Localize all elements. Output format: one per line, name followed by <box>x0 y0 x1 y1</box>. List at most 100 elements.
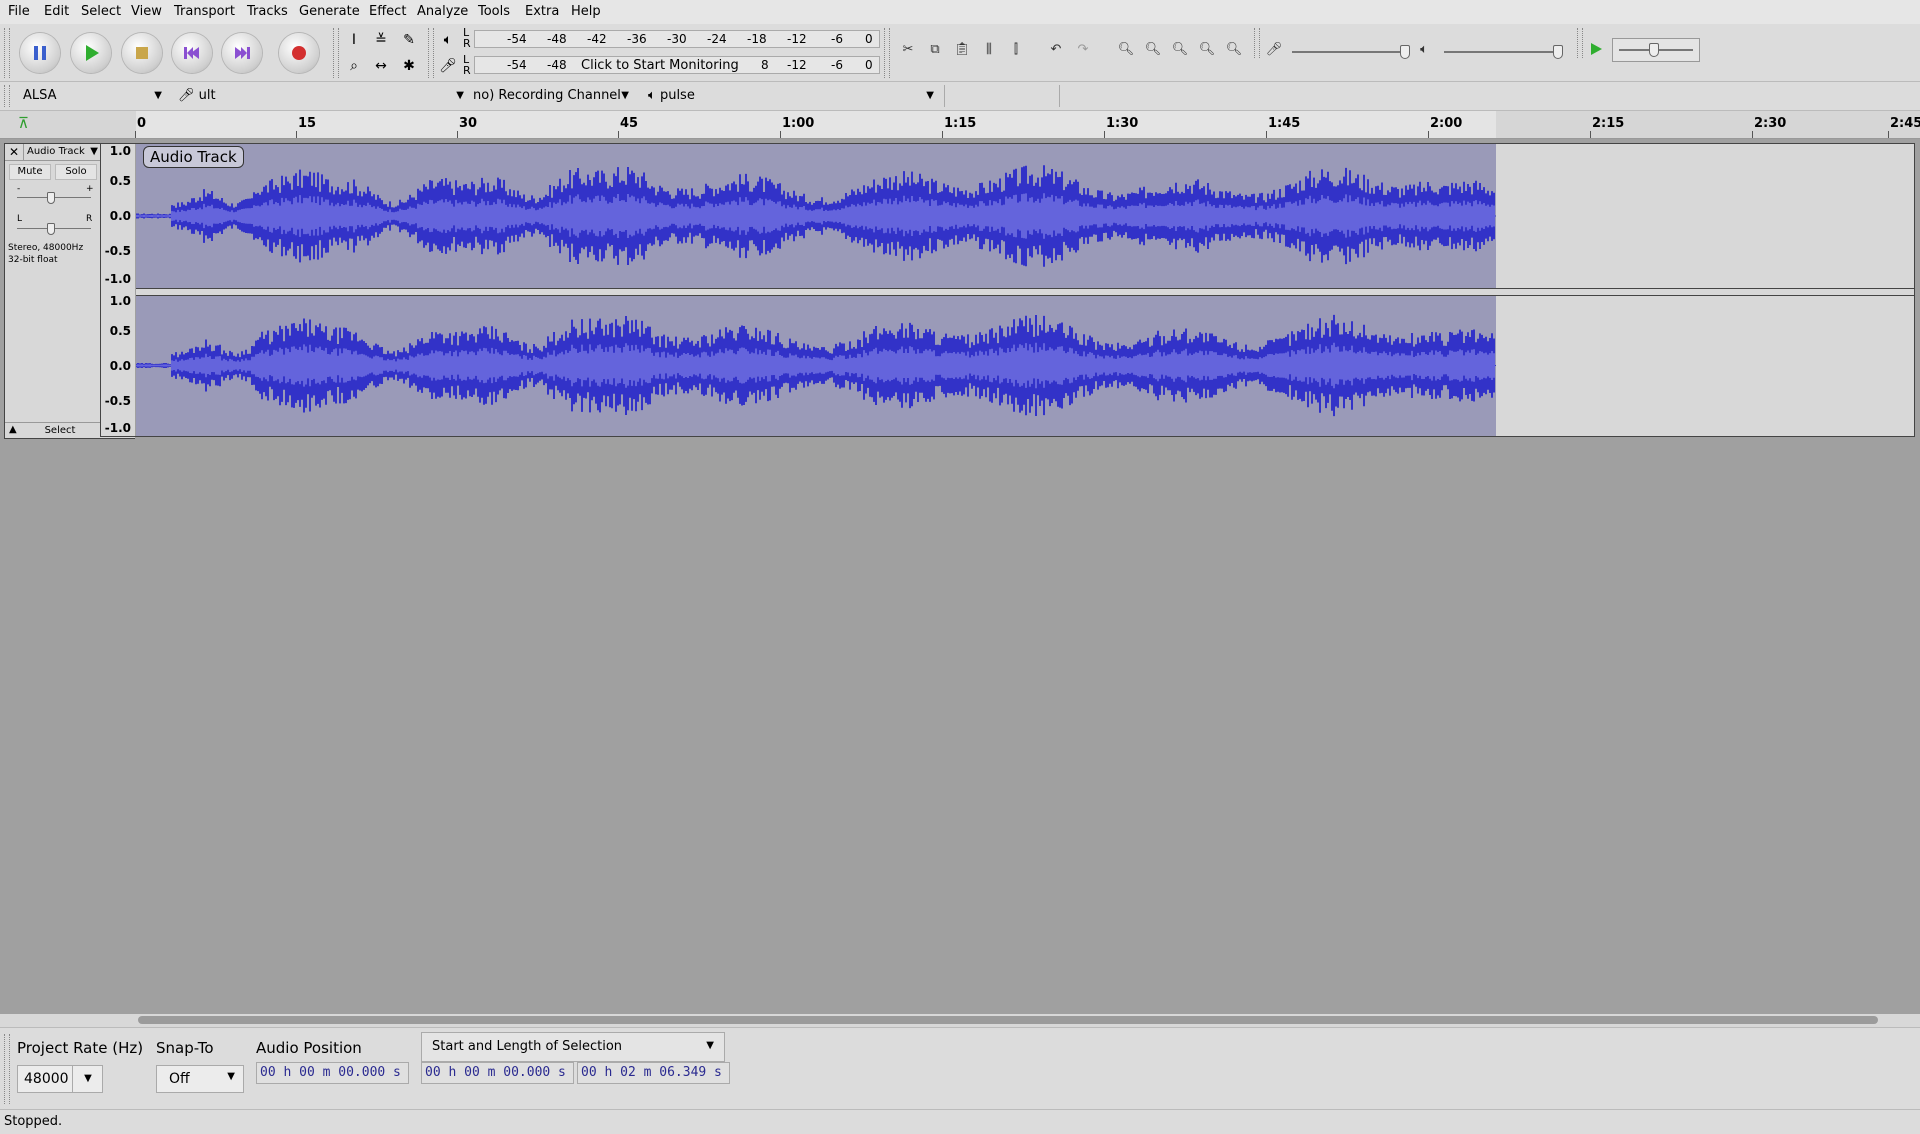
timeline-tick-label: 1:30 <box>1106 116 1139 131</box>
timeline-tick-label: 2:00 <box>1430 116 1463 131</box>
menu-effect[interactable]: Effect <box>369 4 406 19</box>
waveform-left-channel[interactable] <box>135 144 1496 288</box>
speaker-icon[interactable]: 🔈︎ <box>437 29 459 51</box>
time-shift-tool-icon[interactable]: ↔ <box>370 55 392 77</box>
draw-tool-icon[interactable]: ✎ <box>398 29 420 51</box>
recording-device-select[interactable]: 🎤︎ ult ▼ <box>178 85 468 107</box>
timeline-tick-mark <box>135 131 136 138</box>
toolbar-grip[interactable] <box>428 28 434 78</box>
selection-length-field[interactable]: 00 h 02 m 06.349 s <box>577 1062 730 1084</box>
playback-volume-slider[interactable] <box>1444 51 1562 53</box>
meter-tick: -48 <box>547 58 567 72</box>
meter-tick: -12 <box>787 58 807 72</box>
monitor-label[interactable]: Click to Start Monitoring <box>581 58 739 73</box>
ruler-label: 0.0 <box>109 359 131 373</box>
undo-icon[interactable]: ↶ <box>1044 38 1068 60</box>
toolbar-grip[interactable] <box>884 28 890 78</box>
zoom-out-icon[interactable]: 🔍︎ <box>1141 38 1165 60</box>
project-rate-combo[interactable]: 48000 ▼ <box>17 1065 103 1093</box>
menu-tracks[interactable]: Tracks <box>247 4 288 19</box>
menu-tools[interactable]: Tools <box>478 4 510 19</box>
timeline-tick-label: 0 <box>137 116 147 131</box>
mute-button[interactable]: Mute <box>9 164 51 180</box>
channel-separator <box>136 288 1914 296</box>
zoom-tool-icon[interactable]: ⌕ <box>343 55 365 77</box>
select-track-button[interactable]: Select <box>25 423 95 439</box>
microphone-icon[interactable]: 🎤︎ <box>437 55 459 77</box>
skip-to-start-button[interactable] <box>172 33 212 73</box>
menu-transport[interactable]: Transport <box>174 4 235 19</box>
playback-speed-slider[interactable] <box>1612 38 1700 62</box>
recording-meter[interactable]: -54 -48 -42 -36 -30 -24 -18 -12 -6 0 <box>474 30 880 48</box>
timeline-ruler[interactable]: ⊼ 0 15 30 45 1:00 1:15 1:30 1:45 2:00 2:15 2:30 2:4… <box>0 111 1920 139</box>
track-name-menu[interactable]: Audio Track ▼ <box>24 144 101 161</box>
cut-icon[interactable]: ✂ <box>896 38 920 60</box>
copy-icon[interactable]: ⧉ <box>923 38 947 60</box>
zoom-in-icon[interactable]: 🔍︎ <box>1114 38 1138 60</box>
snap-to-value: Off <box>169 1071 190 1087</box>
envelope-tool-icon[interactable]: ≚ <box>370 29 392 51</box>
solo-button[interactable]: Solo <box>55 164 97 180</box>
pause-button[interactable] <box>20 33 60 73</box>
close-track-icon[interactable]: ✕ <box>5 144 24 161</box>
menu-generate[interactable]: Generate <box>299 4 360 19</box>
play-button[interactable] <box>71 33 111 73</box>
trim-icon[interactable]: ⫼ <box>977 38 1001 60</box>
horizontal-scrollbar-thumb[interactable] <box>138 1016 1878 1024</box>
pin-icon[interactable]: ⊼ <box>18 114 29 132</box>
audio-position-field[interactable]: 00 h 00 m 00.000 s <box>256 1062 409 1084</box>
playback-volume-thumb[interactable] <box>1553 45 1563 59</box>
toolbar-grip[interactable] <box>333 28 339 78</box>
gain-slider-thumb[interactable] <box>47 192 55 204</box>
paste-icon[interactable]: 📋︎ <box>950 38 974 60</box>
multi-tool-icon[interactable]: ✱ <box>398 55 420 77</box>
timeline-tick-mark <box>942 131 943 138</box>
playback-speed-thumb[interactable] <box>1649 43 1659 57</box>
amplitude-ruler[interactable]: 1.0 0.5 0.0 -0.5 -1.0 1.0 0.5 0.0 -0.5 -… <box>101 143 135 439</box>
chevron-down-icon[interactable]: ▼ <box>72 1066 103 1092</box>
toolbar-grip[interactable] <box>4 1034 10 1104</box>
speaker-icon: 🔈︎ <box>648 88 656 103</box>
snap-to-select[interactable]: Off ▼ <box>156 1065 244 1093</box>
playback-meter[interactable]: -54 -48 Click to Start Monitoring 8 -12 … <box>474 56 880 74</box>
menu-file[interactable]: File <box>8 4 30 19</box>
status-bar: Stopped. <box>0 1109 1920 1134</box>
skip-to-end-button[interactable] <box>222 33 262 73</box>
redo-icon[interactable]: ↷ <box>1071 38 1095 60</box>
toolbar-grip[interactable] <box>1254 28 1260 58</box>
empty-track-area[interactable] <box>1496 294 1914 437</box>
empty-track-area[interactable] <box>1496 144 1914 288</box>
menu-extra[interactable]: Extra <box>525 4 559 19</box>
recording-channels-select[interactable]: no) Recording Channel ▼ <box>473 85 633 107</box>
record-button[interactable] <box>279 33 319 73</box>
menu-select[interactable]: Select <box>81 4 121 19</box>
pan-slider-thumb[interactable] <box>47 223 55 235</box>
menu-analyze[interactable]: Analyze <box>417 4 468 19</box>
menu-view[interactable]: View <box>131 4 162 19</box>
toolbar-grip[interactable] <box>4 85 10 107</box>
recording-volume-thumb[interactable] <box>1400 45 1410 59</box>
menu-help[interactable]: Help <box>571 4 601 19</box>
recording-volume-slider[interactable] <box>1292 51 1410 53</box>
pan-left-label: L <box>17 214 23 224</box>
selection-tool-icon[interactable]: I <box>343 29 365 51</box>
fit-selection-icon[interactable]: 🔍︎ <box>1168 38 1192 60</box>
record-icon <box>292 46 306 60</box>
toolbar-grip[interactable] <box>1577 28 1583 58</box>
zoom-toggle-icon[interactable]: 🔍︎ <box>1222 38 1246 60</box>
gain-minus-label: - <box>17 184 21 194</box>
selection-start-field[interactable]: 00 h 00 m 00.000 s <box>421 1062 574 1084</box>
playback-device-select[interactable]: 🔈︎ pulse ▼ <box>648 85 938 107</box>
menu-edit[interactable]: Edit <box>44 4 69 19</box>
selection-mode-select[interactable]: Start and Length of Selection ▼ <box>421 1032 725 1062</box>
collapse-icon[interactable]: ▲ <box>9 424 17 435</box>
stop-button[interactable] <box>122 33 162 73</box>
silence-icon[interactable]: ⫿ <box>1004 38 1028 60</box>
audio-host-value: ALSA <box>23 88 57 103</box>
fit-project-icon[interactable]: 🔍︎ <box>1195 38 1219 60</box>
waveform-right-channel[interactable] <box>135 294 1496 437</box>
toolbar-grip[interactable] <box>4 28 10 78</box>
play-at-speed-button[interactable] <box>1584 38 1608 60</box>
meter-tick: 0 <box>865 58 873 72</box>
audio-host-select[interactable]: ALSA ▼ <box>14 85 166 107</box>
